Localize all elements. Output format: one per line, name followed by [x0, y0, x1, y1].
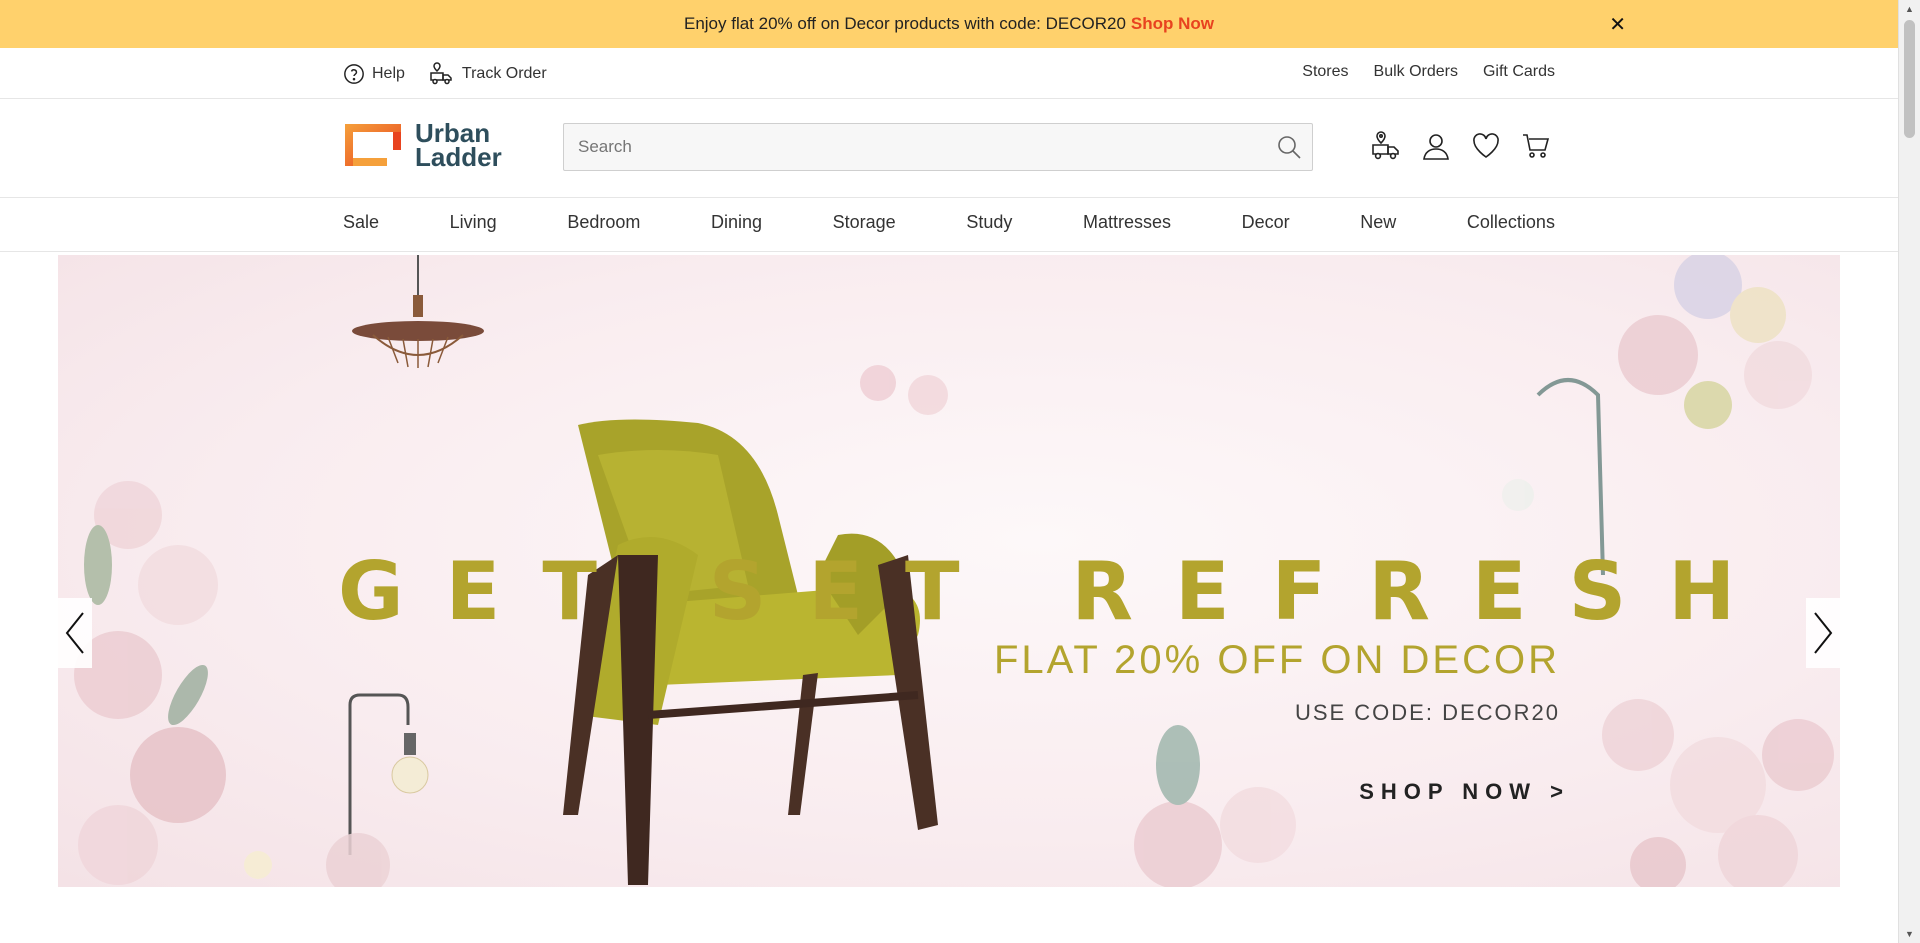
promo-bar: Enjoy flat 20% off on Decor products wit…: [0, 0, 1898, 48]
help-circle-icon: [344, 64, 364, 84]
gift-cards-link[interactable]: Gift Cards: [1483, 63, 1555, 81]
nav-item-study[interactable]: Study: [966, 212, 1012, 233]
carousel-next-button[interactable]: [1806, 598, 1840, 668]
stores-link[interactable]: Stores: [1302, 63, 1348, 81]
nav-item-decor[interactable]: Decor: [1242, 212, 1290, 233]
chevron-left-icon: [65, 612, 84, 654]
category-nav: Sale Living Bedroom Dining Storage Study…: [0, 198, 1898, 252]
cart-icon[interactable]: [1520, 129, 1552, 163]
page: Enjoy flat 20% off on Decor products wit…: [0, 0, 1920, 943]
utility-bar: Help Track Order Stores Bulk Orders Gift…: [0, 48, 1898, 99]
nav-item-dining[interactable]: Dining: [711, 212, 762, 233]
close-icon[interactable]: ✕: [1609, 12, 1626, 37]
wishlist-icon[interactable]: [1470, 129, 1502, 163]
nav-item-mattresses[interactable]: Mattresses: [1083, 212, 1171, 233]
armchair-icon: [563, 419, 938, 885]
hero-shop-now-button[interactable]: SHOP NOW >: [1359, 779, 1570, 805]
search-input[interactable]: [564, 124, 1254, 170]
track-order-label: Track Order: [461, 65, 547, 82]
pendant-lamp-icon: [352, 255, 484, 368]
nav-item-sale[interactable]: Sale: [343, 212, 379, 233]
help-link[interactable]: Help: [343, 62, 405, 86]
scroll-down-icon[interactable]: ▼: [1905, 929, 1914, 939]
hero-title: GET SET REFRESH: [338, 545, 1778, 638]
logo-mark-icon: [343, 122, 403, 168]
truck-icon: [430, 62, 452, 85]
track-order-link[interactable]: Track Order: [429, 62, 547, 86]
floor-lamp-icon: [348, 693, 429, 855]
chevron-right-icon: [1814, 612, 1833, 654]
promo-shop-now-link[interactable]: Shop Now: [1131, 14, 1214, 34]
scroll-up-icon[interactable]: ▲: [1905, 4, 1914, 14]
scrollbar-thumb[interactable]: [1904, 20, 1915, 138]
nav-item-collections[interactable]: Collections: [1467, 212, 1555, 233]
logo[interactable]: Urban Ladder: [343, 120, 502, 172]
flowers-middle-decoration: [860, 365, 948, 415]
hero-banner[interactable]: GET SET REFRESH FLAT 20% OFF ON DECOR US…: [58, 255, 1840, 887]
nav-item-living[interactable]: Living: [450, 212, 497, 233]
account-icon[interactable]: [1420, 129, 1452, 163]
search-icon[interactable]: [1276, 134, 1302, 165]
help-label: Help: [372, 65, 405, 82]
nav-item-storage[interactable]: Storage: [833, 212, 896, 233]
flowers-left-decoration: [74, 481, 390, 887]
store-locator-icon[interactable]: [1370, 129, 1402, 163]
header-icons: [1370, 129, 1552, 163]
header: Urban Ladder: [0, 99, 1898, 198]
carousel-prev-button[interactable]: [58, 598, 92, 668]
logo-text: Urban Ladder: [415, 120, 502, 172]
logo-line-2: Ladder: [415, 142, 502, 172]
search-box: [563, 123, 1313, 171]
bulk-orders-link[interactable]: Bulk Orders: [1374, 63, 1458, 81]
promo-text: Enjoy flat 20% off on Decor products wit…: [683, 14, 1126, 33]
hero-subtitle: FLAT 20% OFF ON DECOR: [993, 638, 1560, 682]
nav-item-bedroom[interactable]: Bedroom: [567, 212, 640, 233]
hero-promo-code: USE CODE: DECOR20: [1294, 700, 1560, 725]
nav-item-new[interactable]: New: [1360, 212, 1396, 233]
page-scrollbar[interactable]: ▲ ▼: [1898, 0, 1920, 943]
